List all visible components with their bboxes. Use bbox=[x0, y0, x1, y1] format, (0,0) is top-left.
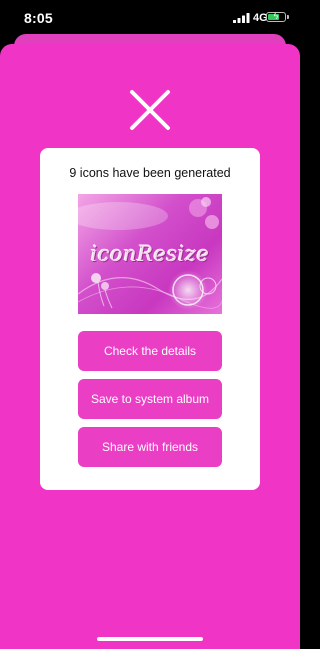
preview-image: iconResize bbox=[78, 194, 222, 314]
share-friends-button[interactable]: Share with friends bbox=[78, 427, 222, 467]
status-bar: 8:05 4G ϟ bbox=[0, 0, 300, 38]
save-album-button[interactable]: Save to system album bbox=[78, 379, 222, 419]
status-time: 8:05 bbox=[24, 10, 53, 26]
signal-icon bbox=[233, 13, 250, 23]
battery-nub bbox=[286, 15, 289, 19]
close-icon[interactable] bbox=[128, 88, 172, 132]
home-indicator[interactable] bbox=[97, 637, 203, 641]
card-title: 9 icons have been generated bbox=[69, 166, 231, 180]
battery-icon: ϟ bbox=[266, 11, 289, 22]
result-card: 9 icons have been generated iconResize C… bbox=[40, 148, 260, 490]
check-details-button[interactable]: Check the details bbox=[78, 331, 222, 371]
preview-watermark: iconResize bbox=[90, 242, 210, 266]
bolt-icon: ϟ bbox=[273, 11, 279, 21]
